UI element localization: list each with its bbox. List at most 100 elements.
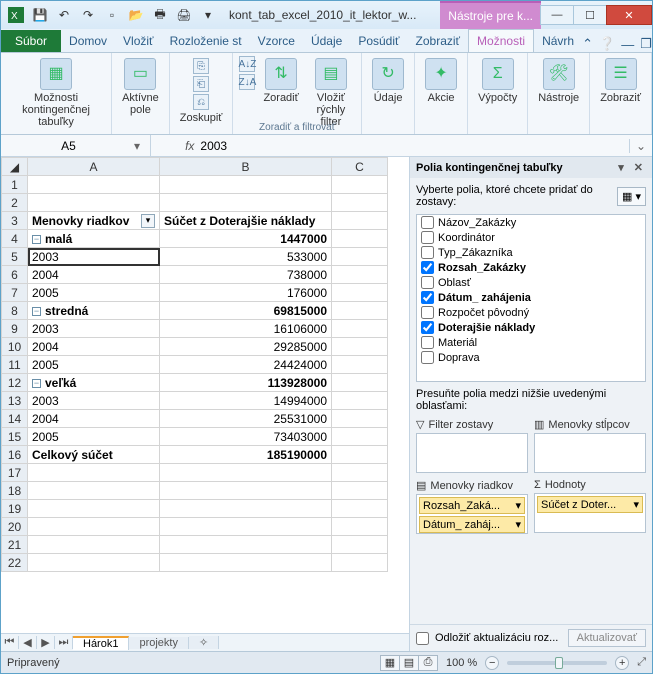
area-filter-box[interactable] [416, 433, 528, 473]
cell[interactable] [28, 194, 160, 212]
cell[interactable] [332, 392, 388, 410]
row-header[interactable]: 16 [2, 446, 28, 464]
cell[interactable]: −veľká [28, 374, 160, 392]
cell[interactable] [332, 212, 388, 230]
name-box[interactable] [7, 139, 130, 153]
tools-button[interactable]: 🛠Nástroje [534, 56, 583, 106]
redo-icon[interactable]: ↷ [77, 4, 99, 26]
quickprint-icon[interactable]: 🖨 [173, 4, 195, 26]
cell[interactable] [332, 230, 388, 248]
fx-icon[interactable]: fx [179, 139, 200, 153]
cell[interactable]: Celkový súčet [28, 446, 160, 464]
field-item[interactable]: Názov_Zakázky [417, 215, 645, 230]
row-header[interactable]: 11 [2, 356, 28, 374]
area-cols-box[interactable] [534, 433, 646, 473]
chevron-down-icon[interactable]: ▾ [633, 498, 639, 511]
view-pagebreak-icon[interactable]: ⎙ [418, 655, 438, 671]
pane-dropdown-icon[interactable]: ▾ [615, 161, 627, 174]
view-normal-icon[interactable]: ▦ [380, 655, 400, 671]
zoom-slider[interactable] [507, 661, 607, 665]
tab-file[interactable]: Súbor [1, 30, 61, 52]
cell[interactable] [332, 176, 388, 194]
open-icon[interactable]: 📂 [125, 4, 147, 26]
zoom-in-button[interactable]: + [615, 656, 629, 670]
field-checkbox[interactable] [421, 321, 434, 334]
tab-design[interactable]: Návrh [534, 30, 582, 52]
actions-button[interactable]: ✦Akcie [421, 56, 461, 106]
col-header-A[interactable]: A [28, 158, 160, 176]
pane-close-icon[interactable]: ✕ [631, 161, 646, 174]
fullscreen-icon[interactable]: ⤢ [637, 656, 646, 669]
row-header[interactable]: 6 [2, 266, 28, 284]
row-header[interactable]: 17 [2, 464, 28, 482]
qat-customize-icon[interactable]: ▾ [197, 4, 219, 26]
field-item[interactable]: Rozpočet pôvodný [417, 305, 645, 320]
collapse-icon[interactable]: − [32, 379, 41, 388]
cell[interactable]: Súčet z Doterajšie náklady [160, 212, 332, 230]
row-header[interactable]: 3 [2, 212, 28, 230]
minimize-button[interactable]: — [540, 5, 574, 25]
area-item[interactable]: Dátum_ zaháj...▾ [419, 516, 525, 533]
field-item[interactable]: Koordinátor [417, 230, 645, 245]
chevron-down-icon[interactable]: ▾ [515, 518, 521, 531]
cell[interactable] [332, 554, 388, 572]
field-list[interactable]: Názov_ZakázkyKoordinátorTyp_Zákazníka Roz… [416, 214, 646, 382]
col-header-B[interactable]: B [160, 158, 332, 176]
expand-formula-icon[interactable]: ⌄ [629, 139, 652, 153]
cell[interactable] [332, 356, 388, 374]
cell[interactable] [160, 554, 332, 572]
cell[interactable]: 2004 [28, 410, 160, 428]
insert-slicer-button[interactable]: ▤ Vložiť rýchly filter [307, 56, 355, 130]
cell[interactable]: 24424000 [160, 356, 332, 374]
cell[interactable]: 2003 [28, 248, 160, 266]
cell[interactable] [332, 428, 388, 446]
pane-layout-button[interactable]: ▦ ▾ [617, 187, 646, 206]
field-checkbox[interactable] [421, 336, 434, 349]
row-header[interactable]: 9 [2, 320, 28, 338]
tab-review[interactable]: Posúdiť [350, 30, 407, 52]
update-button[interactable]: Aktualizovať [568, 629, 646, 647]
workbook-restore-icon[interactable]: ❐ [640, 36, 652, 52]
help-icon[interactable]: ❔ [599, 36, 615, 52]
field-checkbox[interactable] [421, 216, 434, 229]
tab-view[interactable]: Zobraziť [408, 30, 469, 52]
area-vals-box[interactable]: Súčet z Doter...▾ [534, 493, 646, 533]
cell[interactable]: −stredná [28, 302, 160, 320]
field-item[interactable]: Typ_Zákazníka [417, 245, 645, 260]
cell[interactable] [332, 482, 388, 500]
cell[interactable] [332, 284, 388, 302]
sheet-tab-active[interactable]: Hárok1 [73, 636, 129, 650]
tab-nav-first-icon[interactable]: ⏮ [1, 636, 19, 649]
cell[interactable] [160, 518, 332, 536]
cell[interactable]: 2003 [28, 320, 160, 338]
cell[interactable]: −malá [28, 230, 160, 248]
cell[interactable]: 29285000 [160, 338, 332, 356]
field-checkbox[interactable] [421, 291, 434, 304]
area-item[interactable]: Rozsah_Zaká...▾ [419, 497, 525, 514]
tab-options[interactable]: Možnosti [468, 29, 534, 52]
row-header[interactable]: 10 [2, 338, 28, 356]
cell[interactable]: 69815000 [160, 302, 332, 320]
cell[interactable] [332, 338, 388, 356]
cell[interactable]: 2005 [28, 428, 160, 446]
cell[interactable]: Menovky riadkov▾ [28, 212, 160, 230]
cell[interactable]: 2005 [28, 356, 160, 374]
row-header[interactable]: 12 [2, 374, 28, 392]
tab-page-layout[interactable]: Rozloženie st [162, 30, 250, 52]
area-item[interactable]: Súčet z Doter...▾ [537, 496, 643, 513]
workbook-minimize-icon[interactable]: — [621, 37, 634, 52]
row-header[interactable]: 2 [2, 194, 28, 212]
row-header[interactable]: 18 [2, 482, 28, 500]
name-box-dropdown-icon[interactable]: ▾ [130, 139, 144, 153]
calc-button[interactable]: ΣVýpočty [474, 56, 521, 106]
cell[interactable]: 176000 [160, 284, 332, 302]
field-item[interactable]: Materiál [417, 335, 645, 350]
cell[interactable] [28, 518, 160, 536]
new-icon[interactable]: ▫ [101, 4, 123, 26]
zoom-level[interactable]: 100 % [446, 657, 477, 669]
row-header[interactable]: 7 [2, 284, 28, 302]
row-header[interactable]: 21 [2, 536, 28, 554]
formula-input[interactable] [200, 139, 623, 153]
group-button[interactable]: ⎘ ⎗ ⎌ Zoskupiť [176, 56, 227, 126]
cell[interactable] [332, 464, 388, 482]
